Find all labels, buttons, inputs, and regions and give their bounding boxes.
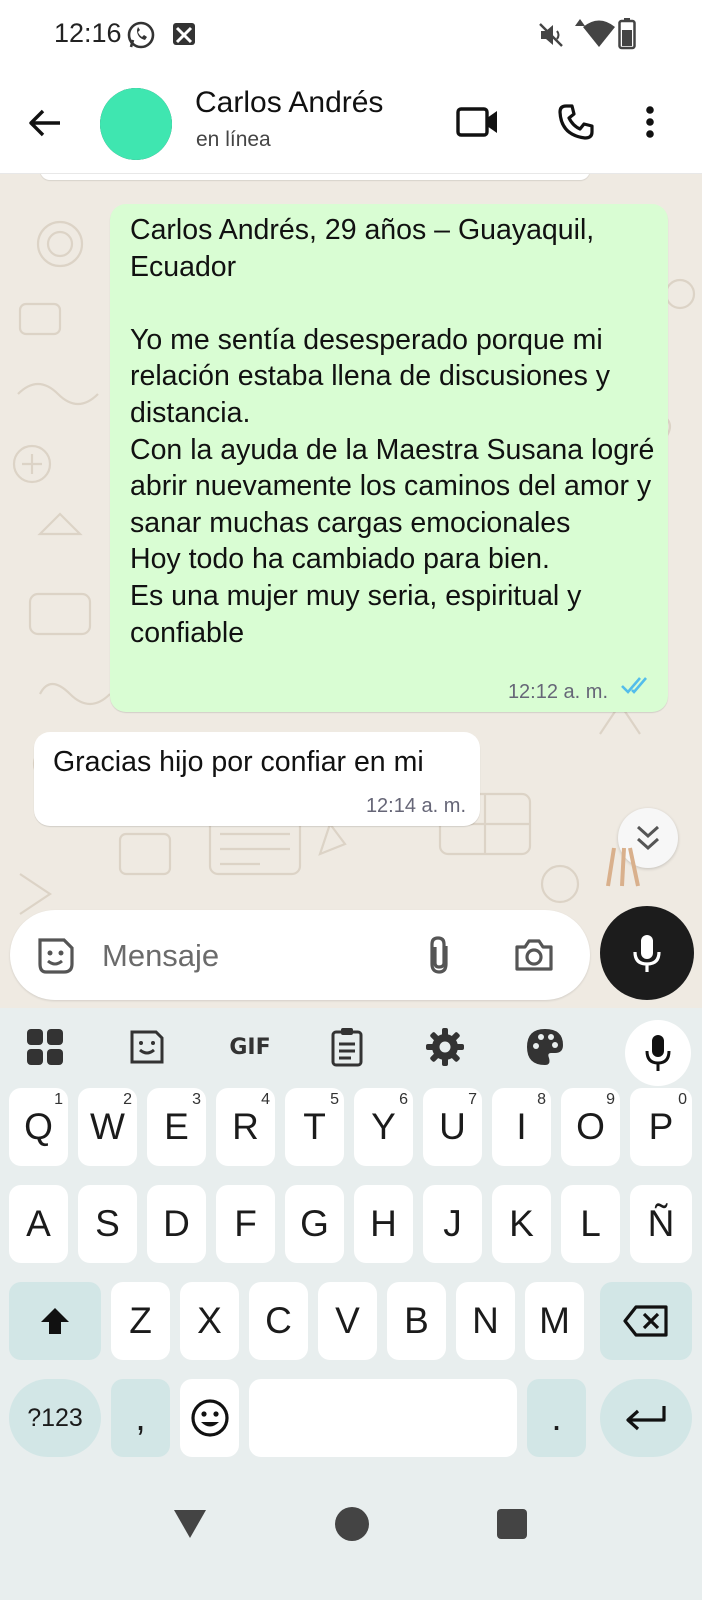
key-x[interactable]: X [180,1282,239,1360]
avatar[interactable] [100,88,172,160]
chat-header: Carlos Andrés en línea [0,72,702,174]
contact-name[interactable]: Carlos Andrés [195,86,383,120]
gif-icon[interactable]: GIF [222,1022,278,1072]
settings-gear-icon[interactable] [420,1022,470,1072]
symbols-key[interactable]: ?123 [9,1379,101,1457]
space-key[interactable] [249,1379,517,1457]
key-z[interactable]: Z [111,1282,170,1360]
key-b[interactable]: B [387,1282,446,1360]
comma-key[interactable]: , [111,1379,170,1457]
key-i[interactable]: I8 [492,1088,551,1166]
key-r[interactable]: R4 [216,1088,275,1166]
mute-icon [536,20,566,55]
key-p[interactable]: P0 [630,1088,692,1166]
apps-grid-icon[interactable] [20,1022,70,1072]
shift-key[interactable] [9,1282,101,1360]
key-c[interactable]: C [249,1282,308,1360]
enter-icon [626,1406,666,1431]
whatsapp-icon [126,20,156,55]
key-o[interactable]: O9 [561,1088,620,1166]
message-text: Carlos Andrés, 29 años – Guayaquil, Ecua… [130,214,655,649]
battery-icon [618,18,636,55]
camera-icon[interactable] [514,936,554,979]
key-g[interactable]: G [285,1185,344,1263]
voice-message-button[interactable] [600,906,694,1000]
navigation-bar [0,1490,702,1600]
shift-icon [41,1308,69,1334]
more-vert-icon[interactable] [630,96,670,148]
contact-status: en línea [196,128,271,151]
key-w[interactable]: W2 [78,1088,137,1166]
key-n[interactable]: N [456,1282,515,1360]
clipboard-icon[interactable] [322,1022,372,1072]
outgoing-message[interactable]: Carlos Andrés, 29 años – Guayaquil, Ecua… [110,204,668,712]
recents-square-icon[interactable] [496,1508,528,1545]
key-y[interactable]: Y6 [354,1088,413,1166]
message-composer[interactable]: Mensaje [10,910,590,1000]
key-h[interactable]: H [354,1185,413,1263]
read-ticks-icon [620,675,652,700]
attach-icon[interactable] [424,934,454,981]
key-e[interactable]: E3 [147,1088,206,1166]
key-f[interactable]: F [216,1185,275,1263]
backspace-icon [623,1305,668,1337]
period-key[interactable]: . [527,1379,586,1457]
key-a[interactable]: A [9,1185,68,1263]
sticker-icon[interactable] [122,1022,172,1072]
message-text: Gracias hijo por confiar en mi [53,746,424,778]
sticker-peek [606,846,642,893]
emoji-icon [190,1399,229,1437]
status-bar: 12:16 [0,0,702,72]
avatar-redaction [100,88,172,160]
previous-message-bubble [40,174,590,180]
key-q[interactable]: Q1 [9,1088,68,1166]
video-call-icon[interactable] [452,96,504,148]
mic-icon [645,1035,671,1071]
chat-area[interactable]: Carlos Andrés, 29 años – Guayaquil, Ecua… [0,174,702,1008]
emoji-key[interactable] [180,1379,239,1457]
home-circle-icon[interactable] [334,1506,370,1547]
key-n-tilde[interactable]: Ñ [630,1185,692,1263]
message-time: 12:14 a. m. [365,795,466,817]
palette-icon[interactable] [520,1022,570,1072]
key-j[interactable]: J [423,1185,482,1263]
mic-icon [633,935,661,972]
sticker-icon[interactable] [34,934,76,981]
back-triangle-icon[interactable] [172,1508,208,1545]
message-input[interactable]: Mensaje [102,938,219,974]
wifi-icon [582,20,616,53]
backspace-key[interactable] [600,1282,692,1360]
key-t[interactable]: T5 [285,1088,344,1166]
message-time: 12:12 a. m. [507,681,608,703]
app-notification-icon [171,20,197,53]
incoming-message[interactable]: Gracias hijo por confiar en mi 12:14 a. … [34,732,480,826]
enter-key[interactable] [600,1379,692,1457]
key-v[interactable]: V [318,1282,377,1360]
back-arrow-icon[interactable] [20,98,70,148]
status-time: 12:16 [54,18,122,48]
key-u[interactable]: U7 [423,1088,482,1166]
key-d[interactable]: D [147,1185,206,1263]
key-l[interactable]: L [561,1185,620,1263]
key-m[interactable]: M [525,1282,584,1360]
phone-icon[interactable] [550,96,602,148]
key-s[interactable]: S [78,1185,137,1263]
voice-typing-button[interactable] [625,1020,691,1086]
key-k[interactable]: K [492,1185,551,1263]
